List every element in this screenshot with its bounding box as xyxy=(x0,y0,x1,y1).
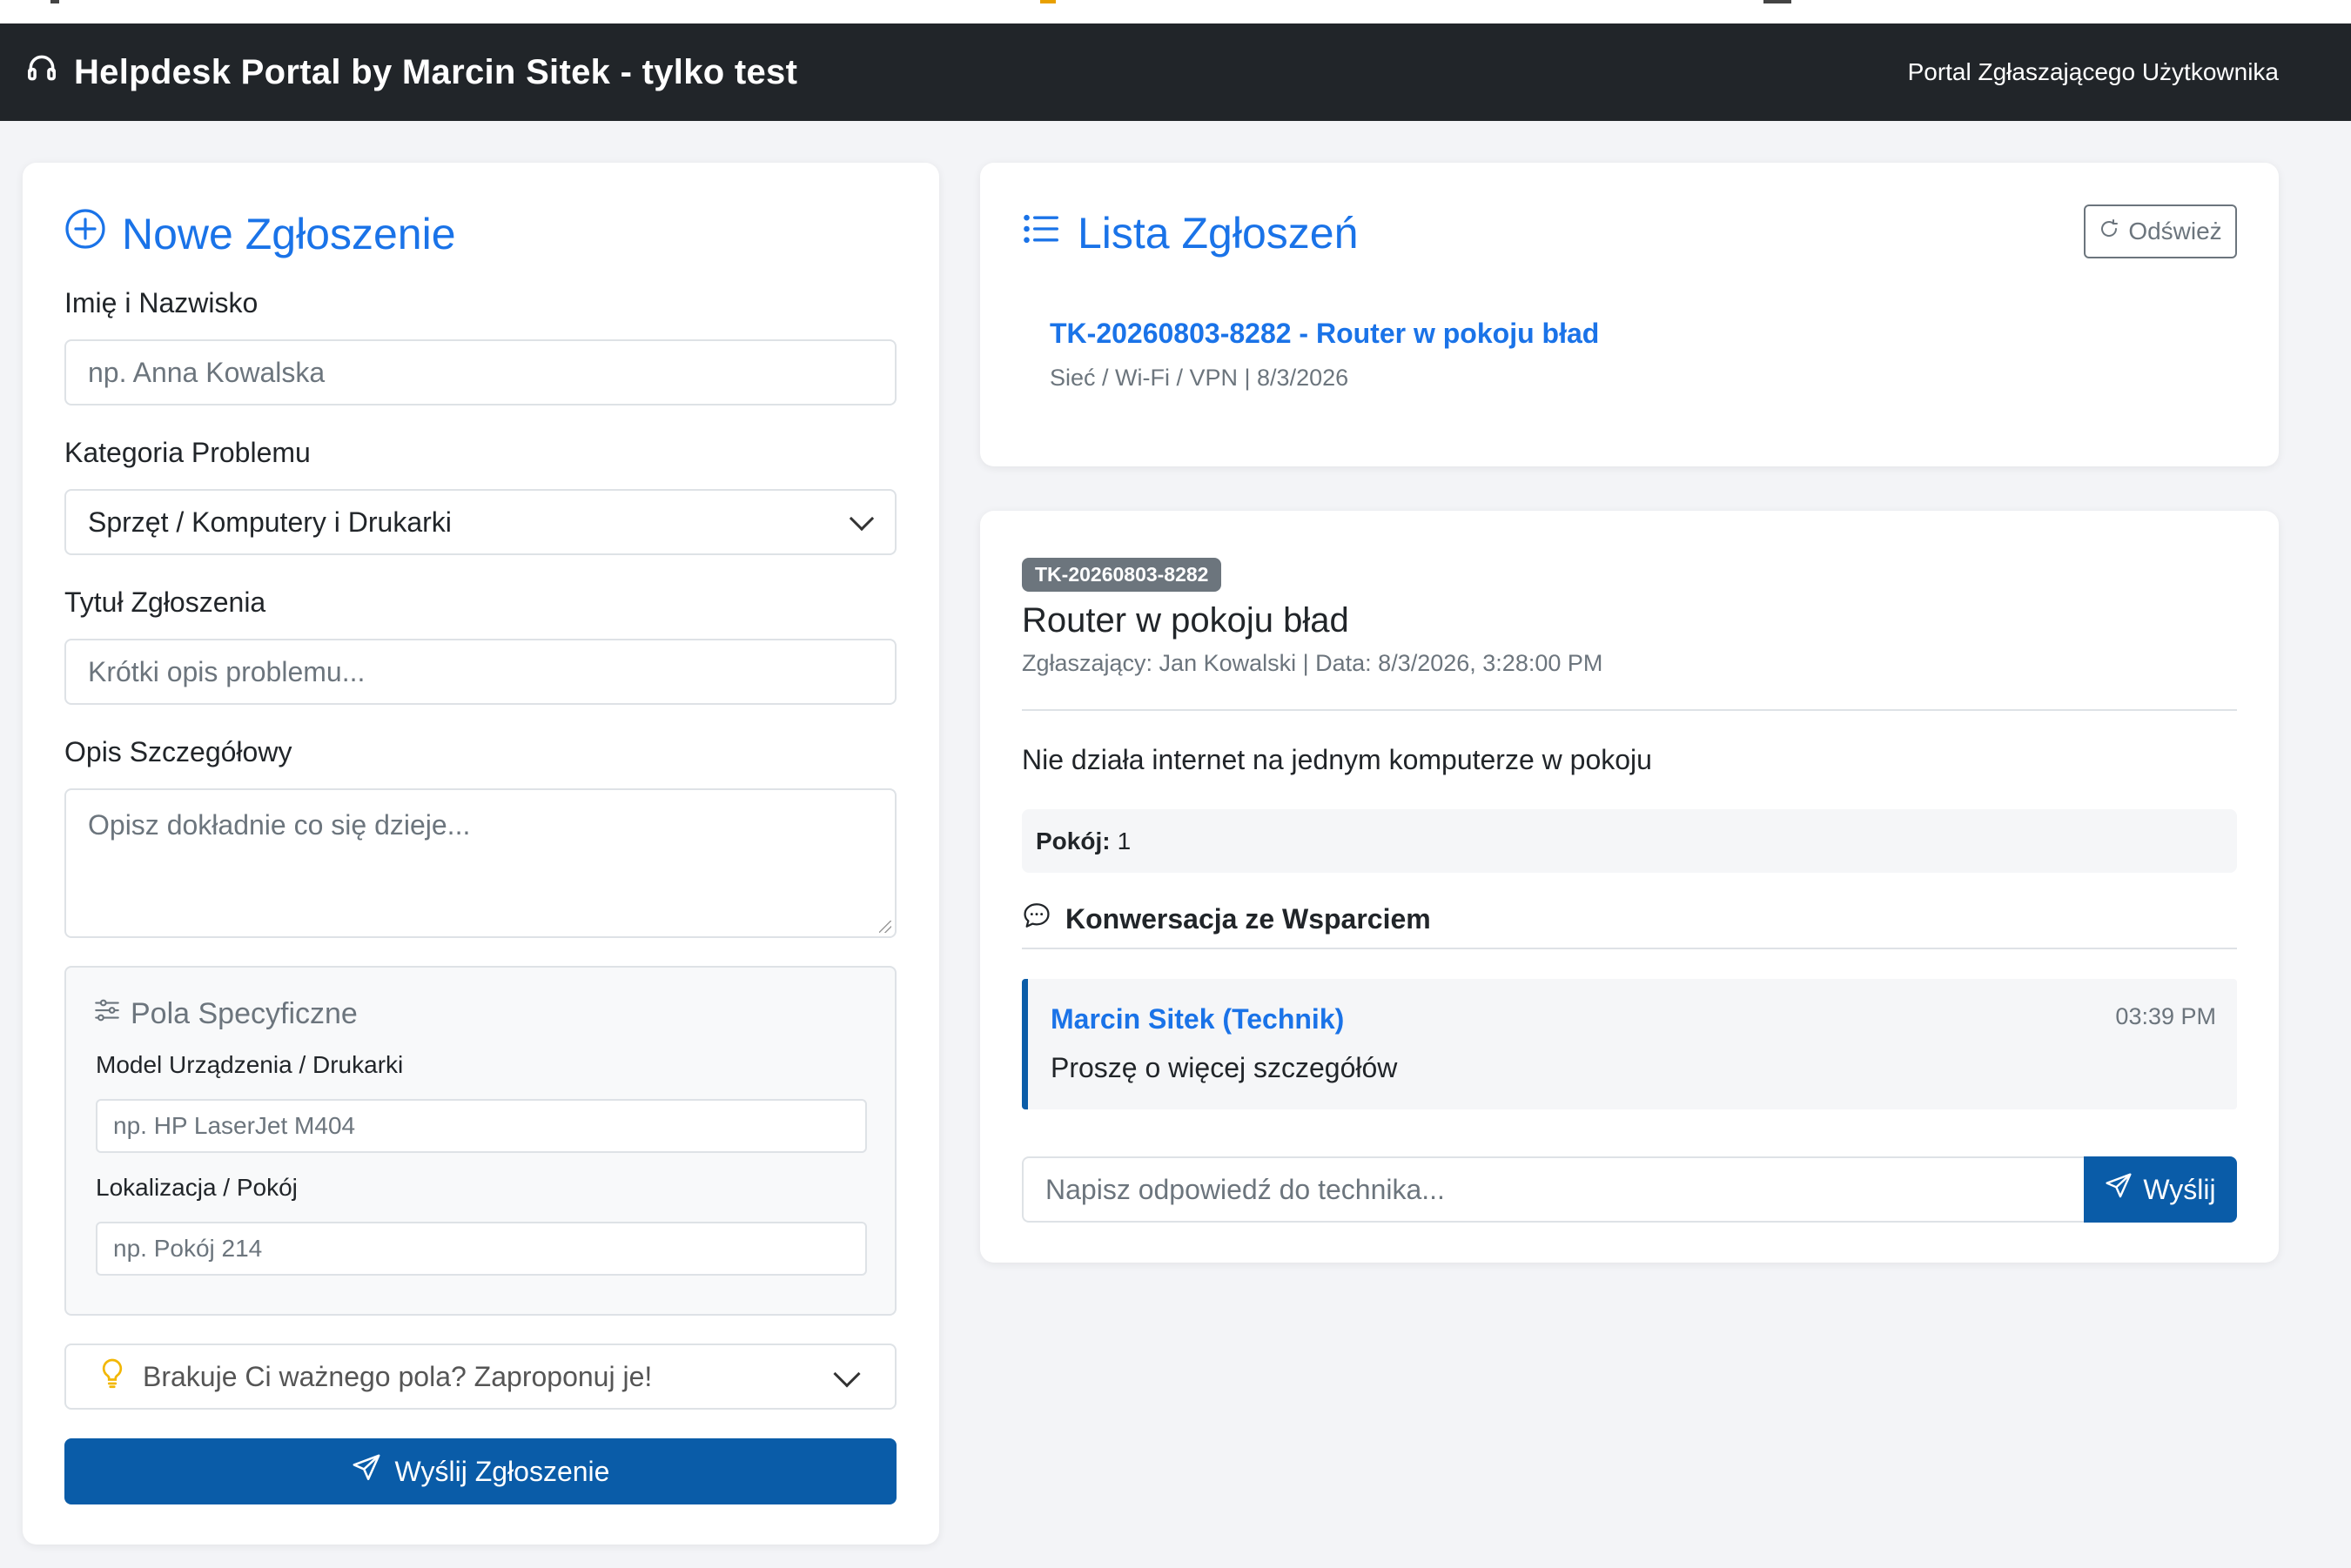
location-label: Lokalizacja / Pokój xyxy=(96,1174,298,1201)
message-author: Marcin Sitek (Technik) xyxy=(1051,1003,1345,1035)
specific-fields-title-text: Pola Specyficzne xyxy=(131,997,358,1030)
submit-ticket-label: Wyślij Zgłoszenie xyxy=(394,1455,610,1487)
send-icon xyxy=(2105,1172,2133,1207)
refresh-label: Odśwież xyxy=(2128,218,2222,245)
chevron-down-icon xyxy=(849,506,875,532)
category-select[interactable]: Sprzęt / Komputery i Drukarki xyxy=(64,489,897,555)
list-icon xyxy=(1022,208,1060,258)
reply-placeholder: Napisz odpowiedź do technika... xyxy=(1045,1173,1445,1205)
location-placeholder: np. Pokój 214 xyxy=(113,1235,263,1262)
description-textarea[interactable]: Opisz dokładnie co się dzieje... xyxy=(64,788,897,938)
suggest-text: Brakuje Ci ważnego pola? Zaproponuj je! xyxy=(143,1360,653,1392)
form-title-text: Nowe Zgłoszenie xyxy=(122,210,456,258)
brand-title: Helpdesk Portal by Marcin Sitek - tylko … xyxy=(74,52,798,91)
headset-icon xyxy=(25,51,58,93)
send-reply-label: Wyślij xyxy=(2143,1173,2216,1205)
room-label: Pokój: xyxy=(1036,827,1111,854)
room-info: Pokój: 1 xyxy=(1022,809,2237,873)
ticket-detail-card: TK-20260803-8282 Router w pokoju bład Zg… xyxy=(980,511,2279,1263)
subject-label: Tytuł Zgłoszenia xyxy=(64,586,266,618)
specific-fields-title: Pola Specyficzne xyxy=(92,995,358,1033)
description-label: Opis Szczegółowy xyxy=(64,736,292,767)
room-value: 1 xyxy=(1117,827,1132,854)
ticket-list-item-meta: Sieć / Wi-Fi / VPN | 8/3/2026 xyxy=(1050,365,1349,391)
plus-circle-icon xyxy=(64,208,106,260)
browser-strip xyxy=(0,0,2351,23)
divider xyxy=(1022,709,2237,711)
chevron-down-icon xyxy=(833,1360,861,1388)
description-placeholder: Opisz dokładnie co się dzieje... xyxy=(88,809,471,841)
chat-dots-icon xyxy=(1022,901,1051,937)
conversation-title-text: Konwersacja ze Wsparciem xyxy=(1065,902,1431,935)
ticket-id-badge: TK-20260803-8282 xyxy=(1022,558,1222,592)
name-label: Imię i Nazwisko xyxy=(64,287,259,318)
ticket-description: Nie działa internet na jednym komputerze… xyxy=(1022,744,1652,775)
lightbulb-icon xyxy=(99,1357,125,1396)
ticket-list-card: Lista Zgłoszeń Odśwież TK-20260803-8282 … xyxy=(980,163,2279,466)
conversation-message: Marcin Sitek (Technik) 03:39 PM Proszę o… xyxy=(1022,979,2237,1109)
reply-input[interactable]: Napisz odpowiedź do technika... xyxy=(1022,1156,2086,1223)
ticket-list-item-link[interactable]: TK-20260803-8282 - Router w pokoju bład xyxy=(1050,318,1599,350)
resize-handle[interactable] xyxy=(879,921,891,933)
category-value: Sprzęt / Komputery i Drukarki xyxy=(88,506,452,538)
strip-glyph xyxy=(1763,0,1791,3)
subject-placeholder: Krótki opis problemu... xyxy=(88,655,366,687)
message-time: 03:39 PM xyxy=(2115,1003,2216,1029)
portal-label: Portal Zgłaszającego Użytkownika xyxy=(1907,58,2279,85)
refresh-button[interactable]: Odśwież xyxy=(2084,204,2237,258)
message-text: Proszę o więcej szczegółów xyxy=(1051,1052,1398,1083)
category-label: Kategoria Problemu xyxy=(64,437,311,468)
location-input[interactable]: np. Pokój 214 xyxy=(96,1222,867,1276)
name-input[interactable]: np. Anna Kowalska xyxy=(64,339,897,405)
model-placeholder: np. HP LaserJet M404 xyxy=(113,1112,356,1139)
conversation-title: Konwersacja ze Wsparciem xyxy=(1022,901,1431,937)
name-placeholder: np. Anna Kowalska xyxy=(88,356,326,388)
form-title: Nowe Zgłoszenie xyxy=(64,208,456,260)
top-navbar: Helpdesk Portal by Marcin Sitek - tylko … xyxy=(0,23,2351,121)
send-reply-button[interactable]: Wyślij xyxy=(2084,1156,2237,1223)
ticket-title: Router w pokoju bład xyxy=(1022,601,1349,640)
brand[interactable]: Helpdesk Portal by Marcin Sitek - tylko … xyxy=(25,51,797,93)
refresh-icon xyxy=(2099,218,2119,245)
suggest-field-toggle[interactable]: Brakuje Ci ważnego pola? Zaproponuj je! xyxy=(64,1344,897,1410)
list-title: Lista Zgłoszeń xyxy=(1022,208,1358,258)
model-label: Model Urządzenia / Drukarki xyxy=(96,1051,404,1078)
submit-ticket-button[interactable]: Wyślij Zgłoszenie xyxy=(64,1438,897,1504)
strip-glyph xyxy=(1040,0,1056,3)
model-input[interactable]: np. HP LaserJet M404 xyxy=(96,1099,867,1153)
strip-glyph xyxy=(50,0,59,3)
divider xyxy=(1022,948,2237,949)
specific-fields-box: Pola Specyficzne Model Urządzenia / Druk… xyxy=(64,966,897,1316)
send-icon xyxy=(352,1453,381,1490)
ticket-meta: Zgłaszający: Jan Kowalski | Data: 8/3/20… xyxy=(1022,650,1603,676)
list-title-text: Lista Zgłoszeń xyxy=(1078,209,1359,258)
subject-input[interactable]: Krótki opis problemu... xyxy=(64,639,897,705)
new-ticket-card: Nowe Zgłoszenie Imię i Nazwisko np. Anna… xyxy=(23,163,939,1545)
sliders-icon xyxy=(92,995,122,1033)
